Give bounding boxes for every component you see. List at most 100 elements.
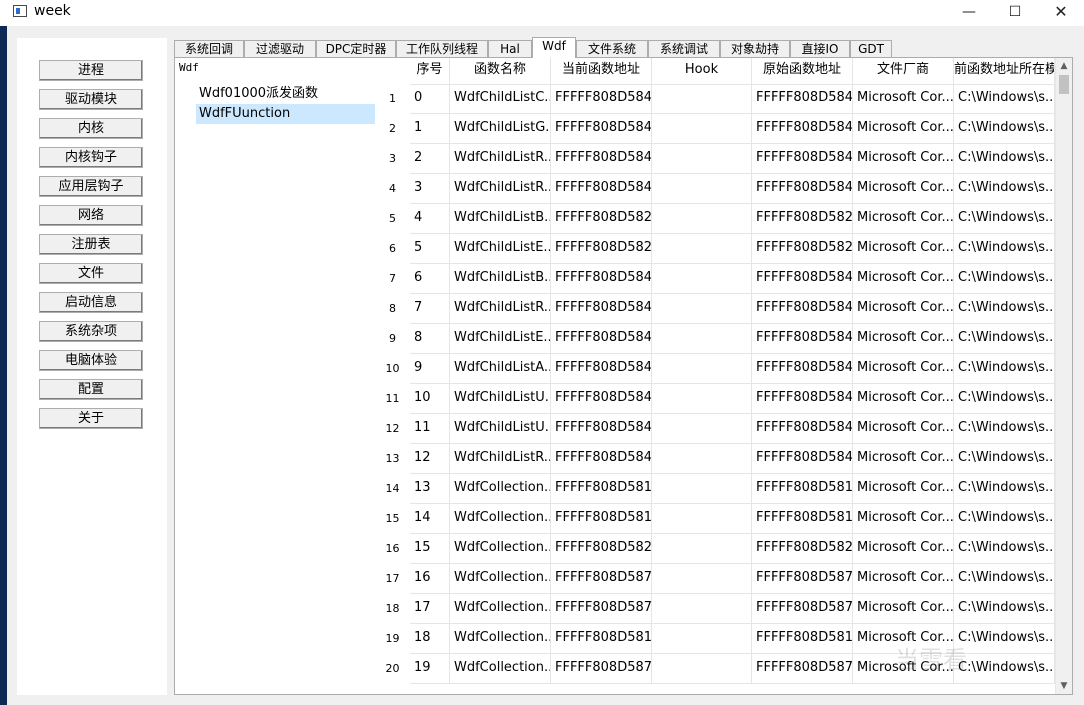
row-number: 5 bbox=[375, 204, 410, 234]
cell-current-address: FFFFF808D584... bbox=[551, 354, 652, 384]
table-row[interactable]: 1615WdfCollection...FFFFF808D582...FFFFF… bbox=[375, 534, 1055, 564]
cell-function-name: WdfChildListU... bbox=[450, 414, 551, 444]
cell-vendor: Microsoft Cor... bbox=[853, 294, 954, 324]
table-row[interactable]: 1110WdfChildListU...FFFFF808D584...FFFFF… bbox=[375, 384, 1055, 414]
sidebar-item-files[interactable]: 文件 bbox=[39, 263, 143, 284]
table-row[interactable]: 1211WdfChildListU...FFFFF808D584...FFFFF… bbox=[375, 414, 1055, 444]
table-row[interactable]: 98WdfChildListE...FFFFF808D584...FFFFF80… bbox=[375, 324, 1055, 354]
tab-filter-drivers[interactable]: 过滤驱动 bbox=[244, 40, 316, 57]
row-number: 7 bbox=[375, 264, 410, 294]
cell-module-path: C:\Windows\s... bbox=[954, 474, 1055, 504]
sidebar-item-kernel[interactable]: 内核 bbox=[39, 118, 143, 139]
title-bar: week — ☐ ✕ bbox=[0, 0, 1084, 26]
tab-wdf[interactable]: Wdf bbox=[532, 37, 576, 58]
sidebar-item-driver-modules[interactable]: 驱动模块 bbox=[39, 89, 143, 110]
cell-function-name: WdfChildListE... bbox=[450, 234, 551, 264]
cell-vendor: Microsoft Cor... bbox=[853, 234, 954, 264]
cell-index: 17 bbox=[410, 594, 450, 624]
col-header-module-path[interactable]: 前函数地址所在模 bbox=[954, 58, 1055, 84]
cell-vendor: Microsoft Cor... bbox=[853, 474, 954, 504]
cell-function-name: WdfChildListR... bbox=[450, 174, 551, 204]
table-row[interactable]: 1312WdfChildListR...FFFFF808D584...FFFFF… bbox=[375, 444, 1055, 474]
cell-vendor: Microsoft Cor... bbox=[853, 144, 954, 174]
tab-dpc-timer[interactable]: DPC定时器 bbox=[316, 40, 396, 57]
cell-index: 9 bbox=[410, 354, 450, 384]
cell-current-address: FFFFF808D587... bbox=[551, 654, 652, 684]
sidebar-item-app-hooks[interactable]: 应用层钩子 bbox=[39, 176, 143, 197]
cell-module-path: C:\Windows\s... bbox=[954, 84, 1055, 114]
cell-function-name: WdfCollection... bbox=[450, 594, 551, 624]
cell-hook bbox=[652, 654, 752, 684]
table-row[interactable]: 109WdfChildListA...FFFFF808D584...FFFFF8… bbox=[375, 354, 1055, 384]
tab-gdt[interactable]: GDT bbox=[850, 40, 892, 57]
sidebar-item-pc-checkup[interactable]: 电脑体验 bbox=[39, 350, 143, 371]
tree-item-wdf-function[interactable]: WdfFUunction bbox=[196, 104, 375, 124]
table-row[interactable]: 10WdfChildListC...FFFFF808D584...FFFFF80… bbox=[375, 84, 1055, 114]
row-number: 15 bbox=[375, 504, 410, 534]
cell-index: 0 bbox=[410, 84, 450, 114]
minimize-button[interactable]: — bbox=[946, 0, 992, 26]
col-header-original-address[interactable]: 原始函数地址 bbox=[752, 58, 853, 84]
row-number: 10 bbox=[375, 354, 410, 384]
close-button[interactable]: ✕ bbox=[1038, 0, 1084, 26]
table-row[interactable]: 1716WdfCollection...FFFFF808D587...FFFFF… bbox=[375, 564, 1055, 594]
row-number: 3 bbox=[375, 144, 410, 174]
cell-current-address: FFFFF808D584... bbox=[551, 174, 652, 204]
row-number: 9 bbox=[375, 324, 410, 354]
table-row[interactable]: 1817WdfCollection...FFFFF808D587...FFFFF… bbox=[375, 594, 1055, 624]
col-header-hook[interactable]: Hook bbox=[652, 58, 752, 84]
row-number: 12 bbox=[375, 414, 410, 444]
table-row[interactable]: 54WdfChildListB...FFFFF808D582...FFFFF80… bbox=[375, 204, 1055, 234]
tab-object-hijack[interactable]: 对象劫持 bbox=[720, 40, 790, 57]
table-row[interactable]: 43WdfChildListR...FFFFF808D584...FFFFF80… bbox=[375, 174, 1055, 204]
sidebar-item-config[interactable]: 配置 bbox=[39, 379, 143, 400]
col-header-vendor[interactable]: 文件厂商 bbox=[853, 58, 954, 84]
table-row[interactable]: 87WdfChildListR...FFFFF808D584...FFFFF80… bbox=[375, 294, 1055, 324]
tree-item-wdf-dispatch[interactable]: Wdf01000派发函数 bbox=[196, 84, 375, 104]
table-row[interactable]: 65WdfChildListE...FFFFF808D582...FFFFF80… bbox=[375, 234, 1055, 264]
scroll-up-icon[interactable]: ▲ bbox=[1056, 58, 1072, 74]
sidebar-item-registry[interactable]: 注册表 bbox=[39, 234, 143, 255]
cell-current-address: FFFFF808D582... bbox=[551, 534, 652, 564]
tree-root[interactable]: Wdf bbox=[179, 61, 199, 74]
sidebar-item-startup[interactable]: 启动信息 bbox=[39, 292, 143, 313]
cell-current-address: FFFFF808D587... bbox=[551, 594, 652, 624]
col-header-current-address[interactable]: 当前函数地址 bbox=[551, 58, 652, 84]
cell-current-address: FFFFF808D584... bbox=[551, 414, 652, 444]
cell-module-path: C:\Windows\s... bbox=[954, 234, 1055, 264]
vertical-scrollbar[interactable]: ▲ ▼ bbox=[1055, 58, 1072, 694]
tab-direct-io[interactable]: 直接IO bbox=[790, 40, 850, 57]
table-row[interactable]: 32WdfChildListR...FFFFF808D584...FFFFF80… bbox=[375, 144, 1055, 174]
row-number: 16 bbox=[375, 534, 410, 564]
cell-module-path: C:\Windows\s... bbox=[954, 144, 1055, 174]
col-header-index[interactable]: 序号 bbox=[410, 58, 450, 84]
sidebar-item-network[interactable]: 网络 bbox=[39, 205, 143, 226]
window-title: week bbox=[34, 3, 71, 19]
cell-current-address: FFFFF808D584... bbox=[551, 444, 652, 474]
table-row[interactable]: 1413WdfCollection...FFFFF808D581...FFFFF… bbox=[375, 474, 1055, 504]
maximize-button[interactable]: ☐ bbox=[992, 0, 1038, 26]
table-row[interactable]: 76WdfChildListB...FFFFF808D584...FFFFF80… bbox=[375, 264, 1055, 294]
scroll-thumb[interactable] bbox=[1059, 75, 1069, 94]
sidebar-item-process[interactable]: 进程 bbox=[39, 60, 143, 81]
header-corner bbox=[375, 58, 410, 84]
row-number: 1 bbox=[375, 84, 410, 114]
table-row[interactable]: 1514WdfCollection...FFFFF808D581...FFFFF… bbox=[375, 504, 1055, 534]
table-row[interactable]: 21WdfChildListG...FFFFF808D584...FFFFF80… bbox=[375, 114, 1055, 144]
watermark-logo: 当雪看 bbox=[895, 640, 1075, 700]
cell-current-address: FFFFF808D587... bbox=[551, 564, 652, 594]
sidebar-item-kernel-hooks[interactable]: 内核钩子 bbox=[39, 147, 143, 168]
tab-hal[interactable]: Hal bbox=[488, 40, 532, 57]
cell-hook bbox=[652, 234, 752, 264]
cell-current-address: FFFFF808D581... bbox=[551, 504, 652, 534]
tab-file-system[interactable]: 文件系统 bbox=[576, 40, 648, 57]
tab-system-debug[interactable]: 系统调试 bbox=[648, 40, 720, 57]
sidebar-item-about[interactable]: 关于 bbox=[39, 408, 143, 429]
sidebar-item-system-misc[interactable]: 系统杂项 bbox=[39, 321, 143, 342]
tab-work-queue-threads[interactable]: 工作队列线程 bbox=[396, 40, 488, 57]
cell-current-address: FFFFF808D584... bbox=[551, 114, 652, 144]
cell-function-name: WdfCollection... bbox=[450, 534, 551, 564]
cell-vendor: Microsoft Cor... bbox=[853, 174, 954, 204]
tab-system-callbacks[interactable]: 系统回调 bbox=[174, 40, 244, 57]
col-header-function-name[interactable]: 函数名称 bbox=[450, 58, 551, 84]
